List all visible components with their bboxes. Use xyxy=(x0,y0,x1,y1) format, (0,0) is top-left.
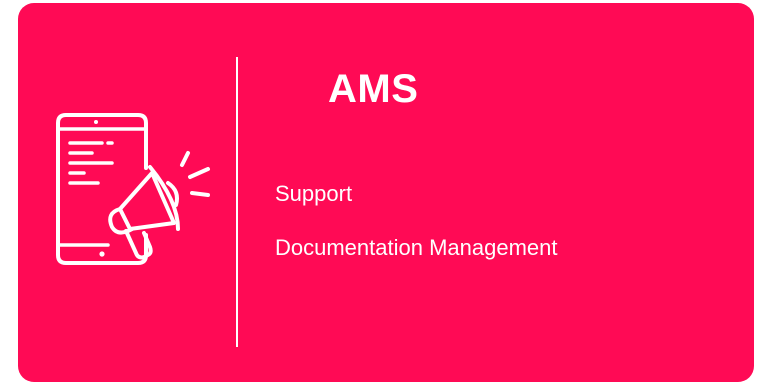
support-link[interactable]: Support xyxy=(275,180,352,208)
documentation-management-link[interactable]: Documentation Management xyxy=(275,234,558,262)
vertical-divider xyxy=(236,57,238,347)
ams-card[interactable]: AMS Support Documentation Management xyxy=(18,3,754,382)
phone-megaphone-icon xyxy=(48,113,248,268)
card-title: AMS xyxy=(328,67,419,111)
